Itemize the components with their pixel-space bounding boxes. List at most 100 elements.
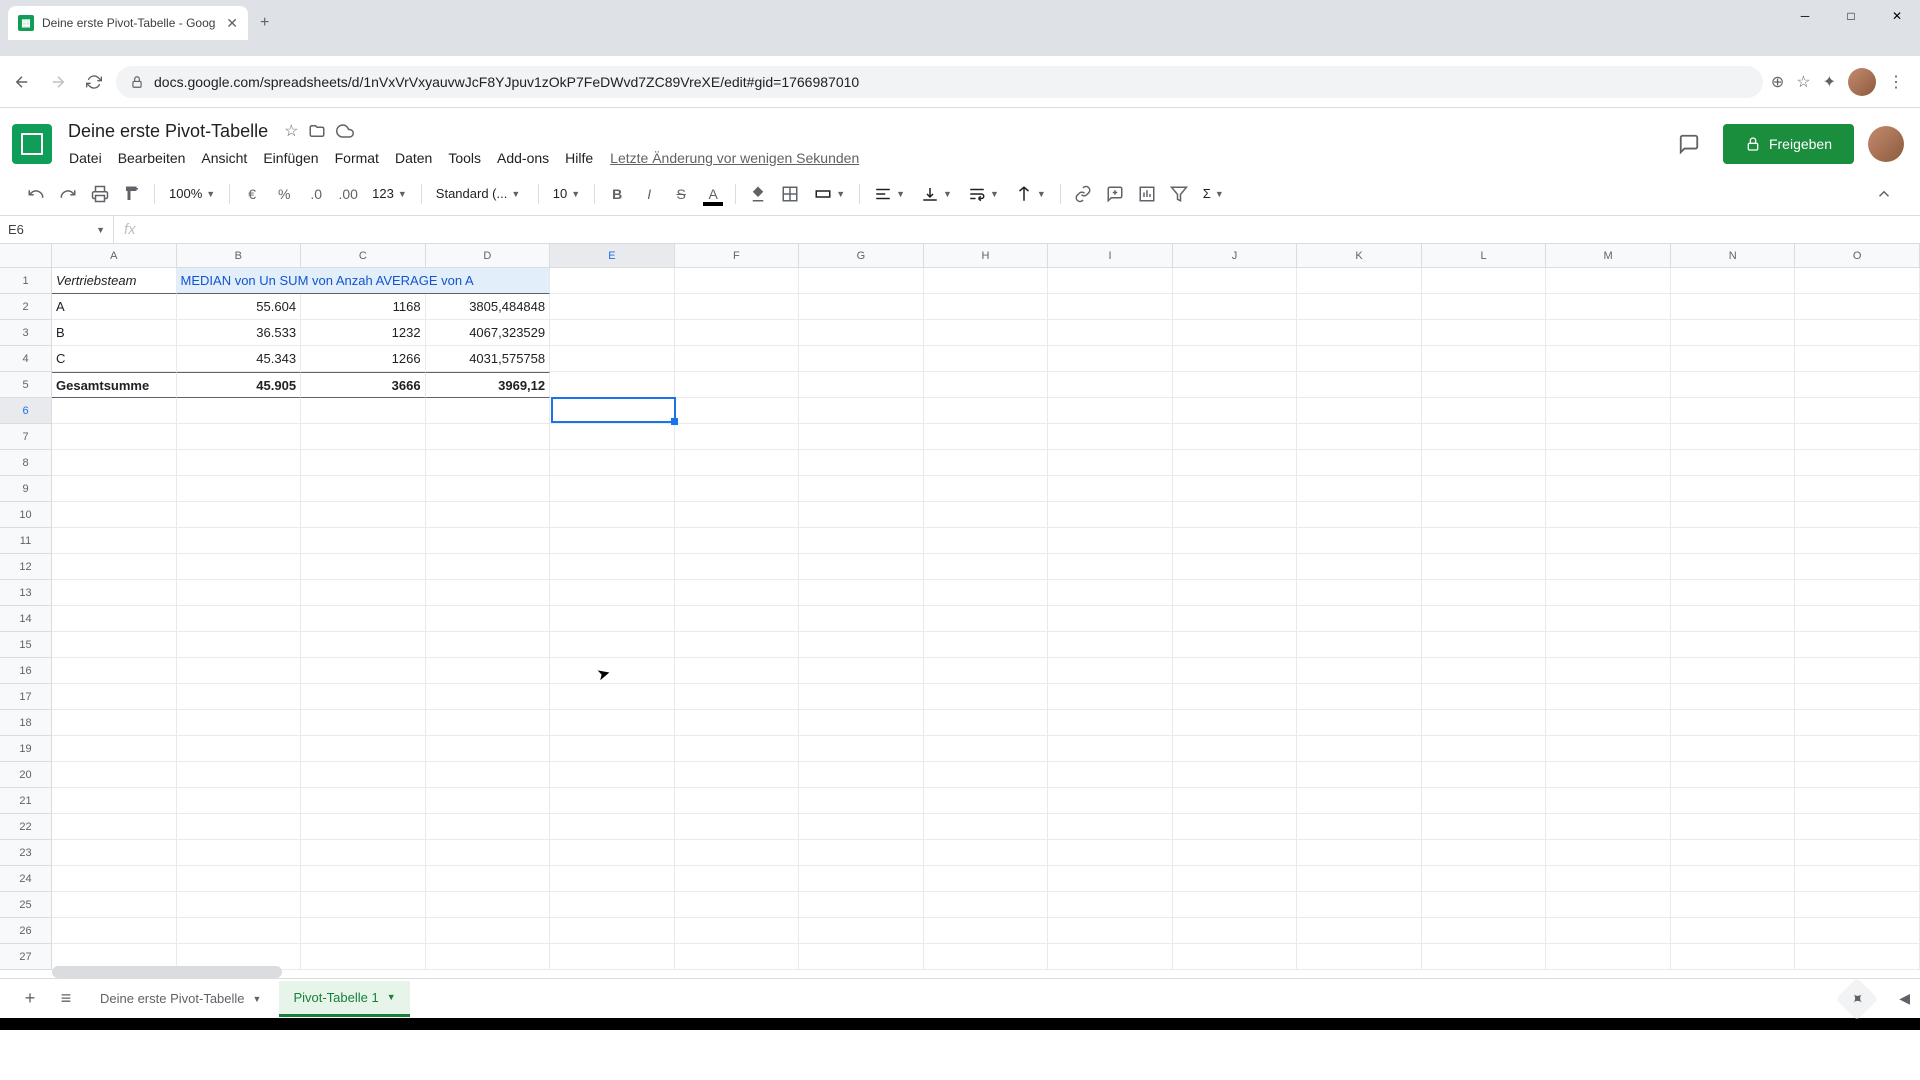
cell[interactable] bbox=[799, 840, 924, 866]
column-header[interactable]: E bbox=[550, 244, 675, 267]
cell[interactable] bbox=[1546, 450, 1671, 476]
all-sheets-button[interactable]: ≡ bbox=[50, 983, 82, 1015]
cell[interactable] bbox=[1795, 788, 1920, 814]
cell[interactable] bbox=[52, 658, 177, 684]
cell[interactable] bbox=[52, 528, 177, 554]
cell[interactable] bbox=[177, 450, 302, 476]
cell[interactable] bbox=[1795, 762, 1920, 788]
cell[interactable] bbox=[301, 918, 426, 944]
print-button[interactable] bbox=[86, 180, 114, 208]
cell[interactable] bbox=[426, 450, 551, 476]
cell[interactable] bbox=[426, 398, 551, 424]
cell[interactable]: 3969,12 bbox=[426, 372, 551, 398]
cell[interactable] bbox=[52, 580, 177, 606]
strikethrough-button[interactable]: S bbox=[667, 180, 695, 208]
bold-button[interactable]: B bbox=[603, 180, 631, 208]
cell[interactable] bbox=[799, 762, 924, 788]
cell[interactable] bbox=[550, 424, 675, 450]
cell[interactable] bbox=[550, 606, 675, 632]
cell[interactable] bbox=[924, 684, 1049, 710]
cell[interactable] bbox=[675, 944, 800, 970]
cell[interactable] bbox=[675, 346, 800, 372]
cell[interactable] bbox=[1795, 632, 1920, 658]
sheet-tab-2[interactable]: Pivot-Tabelle 1 ▼ bbox=[279, 981, 409, 1017]
cell[interactable]: 55.604 bbox=[177, 294, 302, 320]
cell[interactable] bbox=[426, 424, 551, 450]
cell[interactable]: 4031,575758 bbox=[426, 346, 551, 372]
cell[interactable] bbox=[1422, 866, 1547, 892]
cell[interactable] bbox=[301, 398, 426, 424]
cell[interactable] bbox=[1297, 346, 1422, 372]
text-rotate-button[interactable]: ▼ bbox=[1009, 185, 1052, 203]
cell[interactable] bbox=[550, 710, 675, 736]
cell[interactable] bbox=[1546, 736, 1671, 762]
cell[interactable] bbox=[1422, 788, 1547, 814]
cell[interactable] bbox=[1297, 918, 1422, 944]
cell[interactable] bbox=[675, 372, 800, 398]
cell[interactable] bbox=[1297, 398, 1422, 424]
cell[interactable] bbox=[177, 710, 302, 736]
cell[interactable] bbox=[799, 866, 924, 892]
row-header[interactable]: 27 bbox=[0, 944, 51, 970]
cell[interactable] bbox=[301, 762, 426, 788]
cell[interactable]: 4067,323529 bbox=[426, 320, 551, 346]
cell[interactable] bbox=[550, 398, 675, 424]
cell[interactable] bbox=[1671, 424, 1796, 450]
cell[interactable] bbox=[177, 424, 302, 450]
cell[interactable] bbox=[52, 554, 177, 580]
cell[interactable] bbox=[675, 294, 800, 320]
cloud-status-icon[interactable] bbox=[336, 122, 354, 140]
cell[interactable] bbox=[1795, 294, 1920, 320]
cell[interactable] bbox=[675, 606, 800, 632]
cell[interactable] bbox=[1048, 788, 1173, 814]
cell[interactable] bbox=[1795, 450, 1920, 476]
url-bar[interactable]: docs.google.com/spreadsheets/d/1nVxVrVxy… bbox=[116, 66, 1763, 98]
cell[interactable] bbox=[675, 320, 800, 346]
name-box[interactable]: E6 ▼ bbox=[0, 216, 114, 243]
cell[interactable] bbox=[1173, 814, 1298, 840]
cell[interactable] bbox=[924, 502, 1049, 528]
cell[interactable] bbox=[1795, 814, 1920, 840]
spreadsheet-grid[interactable]: ABCDEFGHIJKLMNO 123456789101112131415161… bbox=[0, 244, 1920, 978]
cell[interactable] bbox=[550, 788, 675, 814]
cell[interactable] bbox=[1546, 346, 1671, 372]
cell[interactable] bbox=[799, 424, 924, 450]
cell[interactable] bbox=[52, 736, 177, 762]
cell[interactable] bbox=[1048, 580, 1173, 606]
cell[interactable] bbox=[1795, 580, 1920, 606]
cell[interactable] bbox=[799, 580, 924, 606]
row-header[interactable]: 20 bbox=[0, 762, 51, 788]
paint-format-button[interactable] bbox=[118, 180, 146, 208]
cell[interactable] bbox=[1297, 320, 1422, 346]
text-wrap-button[interactable]: ▼ bbox=[962, 185, 1005, 203]
cell[interactable] bbox=[924, 788, 1049, 814]
cell[interactable] bbox=[1173, 710, 1298, 736]
cell[interactable] bbox=[1671, 866, 1796, 892]
cell[interactable] bbox=[1795, 736, 1920, 762]
cell[interactable] bbox=[1422, 294, 1547, 320]
cell[interactable] bbox=[550, 632, 675, 658]
cell[interactable] bbox=[675, 892, 800, 918]
cell[interactable] bbox=[301, 606, 426, 632]
row-header[interactable]: 6 bbox=[0, 398, 51, 424]
cell[interactable] bbox=[1795, 658, 1920, 684]
cell[interactable] bbox=[1795, 606, 1920, 632]
cell[interactable] bbox=[301, 476, 426, 502]
cell[interactable] bbox=[924, 372, 1049, 398]
cell[interactable] bbox=[1048, 502, 1173, 528]
cell[interactable] bbox=[924, 892, 1049, 918]
cell[interactable] bbox=[799, 892, 924, 918]
cell[interactable] bbox=[799, 268, 924, 294]
cell[interactable] bbox=[1546, 814, 1671, 840]
cell[interactable] bbox=[1297, 788, 1422, 814]
reload-button[interactable] bbox=[80, 68, 108, 96]
cell[interactable] bbox=[1795, 502, 1920, 528]
cell[interactable] bbox=[675, 788, 800, 814]
cell[interactable] bbox=[1795, 710, 1920, 736]
cell[interactable] bbox=[1297, 424, 1422, 450]
cell[interactable] bbox=[1795, 372, 1920, 398]
v-align-button[interactable]: ▼ bbox=[915, 185, 958, 203]
new-tab-button[interactable]: + bbox=[248, 6, 281, 40]
cell[interactable] bbox=[1173, 840, 1298, 866]
cell[interactable] bbox=[1671, 658, 1796, 684]
